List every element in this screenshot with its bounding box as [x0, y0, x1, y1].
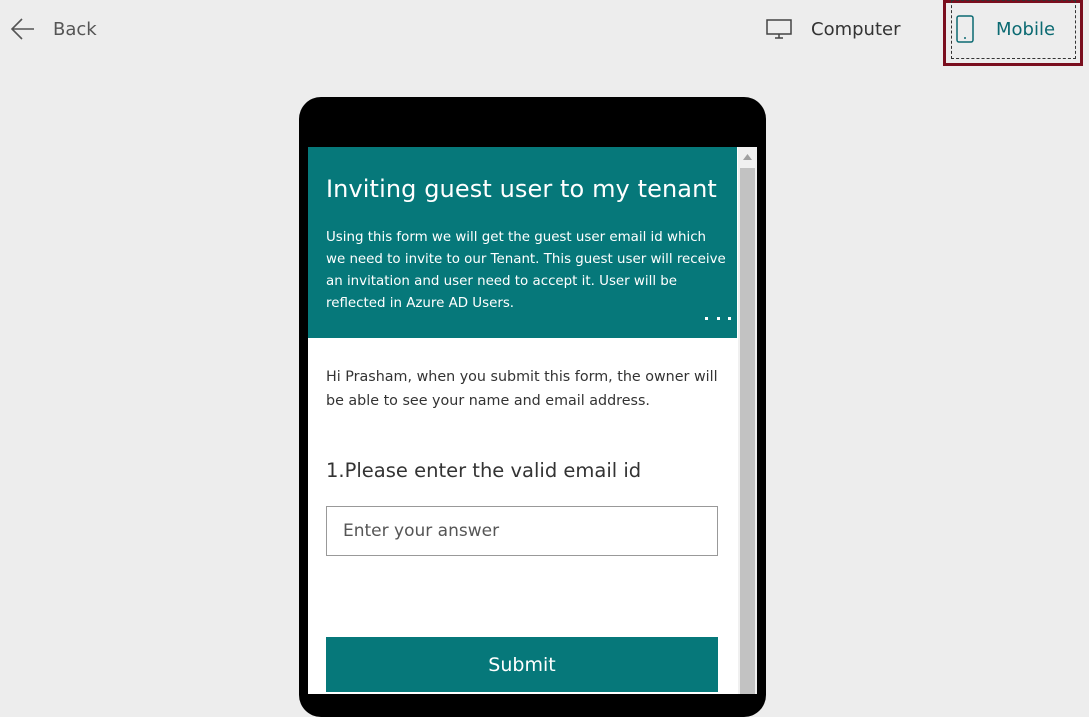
answer-input[interactable]	[326, 506, 718, 556]
dot	[728, 317, 731, 320]
question-number: 1.	[326, 459, 345, 482]
dot	[716, 317, 720, 320]
computer-view-label: Computer	[811, 18, 901, 40]
arrow-left-icon	[10, 18, 34, 40]
back-button[interactable]: Back	[10, 14, 97, 44]
mobile-view-label: Mobile	[996, 18, 1056, 40]
vertical-scrollbar[interactable]	[738, 147, 757, 694]
monitor-icon	[766, 19, 792, 39]
question-text: Please enter the valid email id	[344, 459, 642, 482]
scrollbar-thumb[interactable]	[740, 168, 755, 694]
form-description: Using this form we will get the guest us…	[326, 230, 726, 311]
form-title: Inviting guest user to my tenant	[326, 175, 717, 203]
back-label: Back	[53, 18, 97, 40]
question-1: 1.Please enter the valid email id	[326, 459, 641, 482]
form-header: Inviting guest user to my tenant Using t…	[308, 147, 737, 338]
dot	[705, 317, 708, 320]
computer-view-button[interactable]: Computer	[766, 12, 900, 46]
mobile-view-button[interactable]: Mobile	[955, 12, 1055, 46]
submit-button[interactable]: Submit	[326, 637, 718, 692]
more-options-icon[interactable]	[705, 317, 731, 321]
top-bar: Back Computer Mobile	[0, 0, 1089, 68]
phone-icon	[956, 15, 974, 43]
scroll-up-arrow-icon[interactable]	[738, 147, 757, 166]
privacy-notice: Hi Prasham, when you submit this form, t…	[326, 369, 718, 409]
form-preview-screen: Inviting guest user to my tenant Using t…	[308, 147, 757, 694]
triangle-up-icon	[743, 153, 752, 160]
